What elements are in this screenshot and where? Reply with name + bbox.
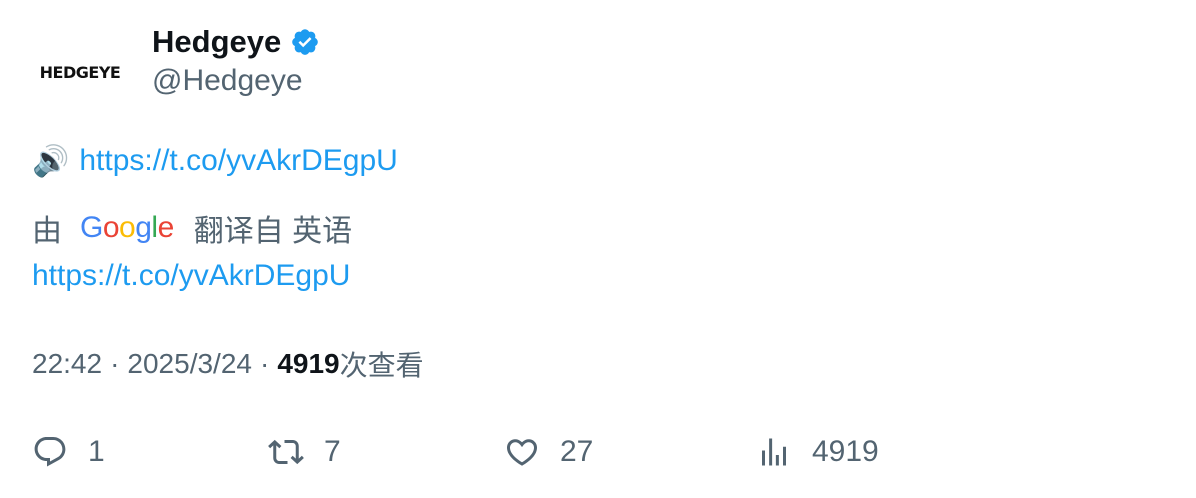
author-name-row[interactable]: Hedgeye xyxy=(152,22,320,62)
avatar-logo-text: HEDGEYE xyxy=(39,62,121,82)
avatar[interactable]: HEDGEYE xyxy=(32,28,128,116)
like-count: 27 xyxy=(560,435,594,468)
google-logo-letter: e xyxy=(157,211,175,244)
reply-count: 1 xyxy=(88,435,105,468)
author-display-name[interactable]: Hedgeye xyxy=(152,24,281,60)
tweet-text-line: 🔊 https://t.co/yvAkrDEgpU xyxy=(32,141,398,181)
author-handle[interactable]: @Hedgeye xyxy=(152,62,303,100)
verified-badge-icon xyxy=(290,27,320,57)
reply-button[interactable]: 1 xyxy=(32,430,105,474)
tweet-meta: 22:42 · 2025/3/24 · 4919 次查看 xyxy=(32,344,424,384)
meta-separator: · xyxy=(110,348,120,379)
google-logo-letter: o xyxy=(102,211,120,244)
tweet-date[interactable]: 2025/3/24 xyxy=(127,348,252,380)
google-logo-letter: o xyxy=(119,211,136,244)
translated-tweet-link[interactable]: https://t.co/yvAkrDEgpU xyxy=(32,259,350,293)
translated-by-label: 由 xyxy=(32,215,62,248)
google-logo-letter: g xyxy=(135,211,152,244)
retweet-icon xyxy=(268,439,304,465)
reply-icon xyxy=(34,437,66,467)
google-logo-letter: G xyxy=(80,211,103,244)
translated-from-label: 翻译自 英语 xyxy=(193,215,353,248)
views-count: 4919 xyxy=(277,348,340,379)
google-logo: Google xyxy=(80,211,174,245)
views-action-count: 4919 xyxy=(812,435,879,468)
speaker-icon: 🔊 xyxy=(32,143,70,179)
tweet-link[interactable]: https://t.co/yvAkrDEgpU xyxy=(79,144,397,178)
heart-icon xyxy=(506,439,538,466)
views-label: 次查看 xyxy=(339,350,424,381)
translation-attribution: 由 Google 翻译自 英语 xyxy=(32,208,352,248)
action-bar: 1 7 27 4919 xyxy=(32,430,1162,474)
meta-separator: · xyxy=(259,348,270,379)
retweet-button[interactable]: 7 xyxy=(268,430,341,474)
analytics-icon xyxy=(762,438,786,466)
views-button[interactable]: 4919 xyxy=(756,430,879,474)
translated-text-line: https://t.co/yvAkrDEgpU xyxy=(32,256,350,296)
tweet-time[interactable]: 22:42 xyxy=(32,348,102,380)
like-button[interactable]: 27 xyxy=(504,430,593,474)
retweet-count: 7 xyxy=(324,435,341,468)
